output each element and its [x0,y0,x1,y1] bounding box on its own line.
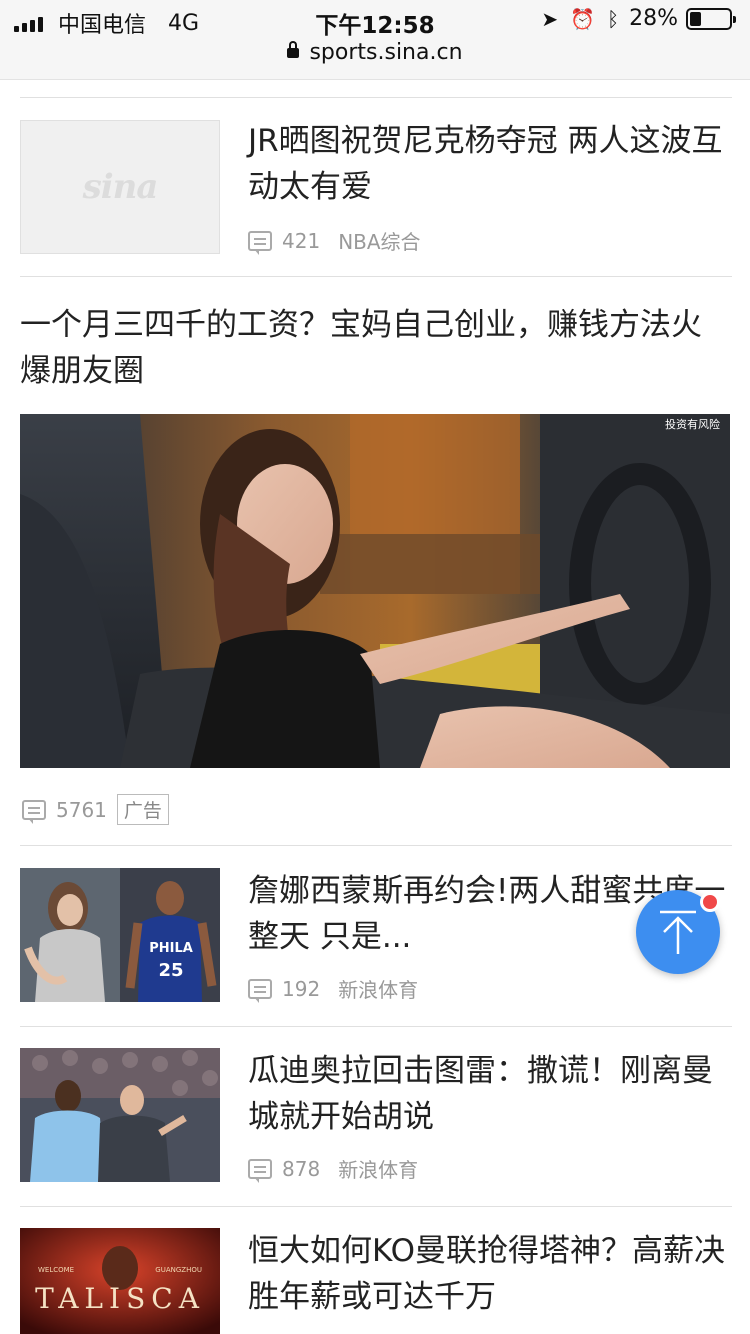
comment-icon [22,799,46,824]
item-source: 新浪体育 [338,978,419,1002]
thumbnail-talisca-poster: WELCOME GUANGZHOU TALISCA [20,1228,220,1334]
feed-item[interactable]: WELCOME GUANGZHOU TALISCA 恒大如何KO曼联抢得塔神？高… [20,1228,732,1334]
comment-count: 5761 [56,797,107,822]
ad-title[interactable]: 一个月三四千的工资？宝妈自己创业，赚钱方法火爆朋友圈 [20,302,732,394]
jersey-number: 25 [158,960,183,981]
ad-meta: 5761 广告 [22,794,169,825]
item-title[interactable]: 瓜迪奥拉回击图雷：撒谎！刚离曼城就开始胡说 [248,1048,732,1140]
battery-percent: 28% [629,6,678,31]
browser-top-bar: 中国电信 4G 下午12:58 ➤ ⏰ ᛒ 28% sports.sina.cn [0,0,750,80]
item-meta: 421 NBA综合 [248,226,421,255]
feed-divider [20,1026,732,1027]
back-to-top-button[interactable] [636,890,720,974]
item-source: 新浪体育 [338,1158,419,1182]
comment-icon [248,230,272,255]
item-title[interactable]: 恒大如何KO曼联抢得塔神？高薪决胜年薪或可达千万 [248,1228,732,1320]
thumbnail-guardiola-photo [20,1048,220,1182]
ad-badge: 广告 [116,794,169,825]
poster-guangzhou-text: GUANGZHOU [155,1266,202,1274]
item-meta: 878 新浪体育 [248,1154,418,1183]
url-bar[interactable]: sports.sina.cn [0,40,750,70]
bluetooth-icon: ᛒ [607,6,620,31]
location-arrow-icon: ➤ [541,6,559,31]
poster-talisca-text: TALISCA [35,1282,205,1315]
feed-item[interactable]: sina JR晒图祝贺尼克杨夺冠 两人这波互动太有爱 421 NBA综合 [20,118,732,258]
feed-item[interactable]: PHILA 25 詹娜西蒙斯再约会!两人甜蜜共度一整天 只是... 192 新浪… [20,868,732,1008]
item-source: NBA综合 [338,230,421,254]
feed-divider [20,276,732,277]
jersey-text: PHILA [149,941,193,956]
comment-count: 192 [282,976,321,1001]
comment-count: 421 [282,228,321,253]
item-title[interactable]: JR晒图祝贺尼克杨夺冠 两人这波互动太有爱 [248,118,732,210]
feed-divider [20,1206,732,1207]
notification-dot [700,892,720,912]
feed-divider [20,97,732,98]
item-meta: 192 新浪体育 [248,974,418,1003]
feed-item[interactable]: 瓜迪奥拉回击图雷：撒谎！刚离曼城就开始胡说 878 新浪体育 [20,1048,732,1188]
lock-icon [287,41,300,58]
battery-icon [686,7,736,30]
ad-image[interactable]: 投资有风险 [20,414,730,768]
status-bar: 中国电信 4G 下午12:58 ➤ ⏰ ᛒ 28% [0,0,750,40]
car-interior-photo: 投资有风险 [20,414,730,768]
sina-logo: sina [82,167,159,207]
alarm-icon: ⏰ [570,6,596,31]
feed-divider [20,845,732,846]
ad-risk-caption: 投资有风险 [665,417,720,431]
comment-icon [248,1158,272,1183]
thumbnail-couple-photo: PHILA 25 [20,868,220,1002]
poster-welcome-text: WELCOME [38,1266,74,1274]
sina-placeholder-thumbnail: sina [20,120,220,254]
comment-count: 878 [282,1156,321,1181]
url-domain: sports.sina.cn [309,40,463,65]
comment-icon [248,978,272,1003]
